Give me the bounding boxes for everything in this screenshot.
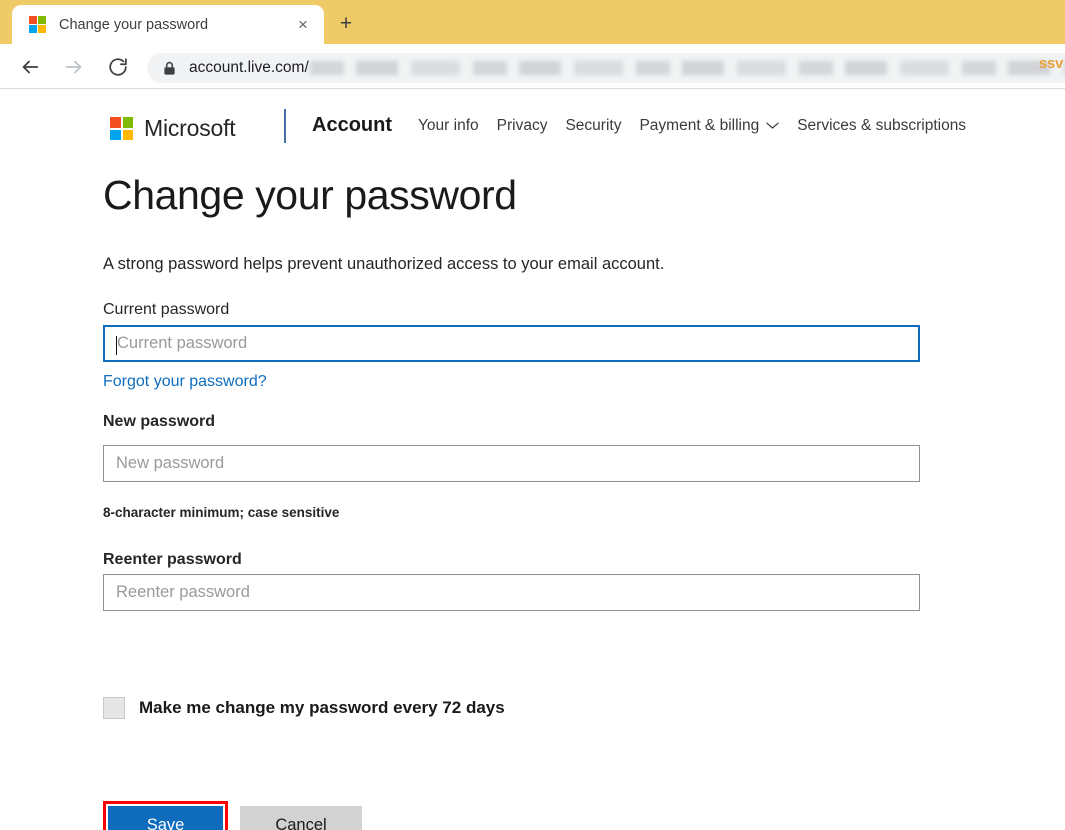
close-icon[interactable]: ×	[290, 12, 316, 38]
intro-text: A strong password helps prevent unauthor…	[103, 255, 665, 273]
site-header: Microsoft Account Your info Privacy Secu…	[0, 89, 1065, 151]
expire-password-label: Make me change my password every 72 days	[139, 698, 505, 717]
page-title: Change your password	[103, 172, 517, 218]
reenter-password-label: Reenter password	[103, 551, 242, 568]
nav-item-services-subscriptions[interactable]: Services & subscriptions	[797, 117, 984, 135]
chevron-down-icon	[766, 117, 779, 135]
account-label[interactable]: Account	[312, 114, 392, 137]
lock-icon	[163, 61, 176, 76]
tab-strip: Change your password × +	[0, 0, 1065, 44]
site-nav: Your info Privacy Security Payment & bil…	[418, 117, 984, 135]
page-content: Microsoft Account Your info Privacy Secu…	[0, 89, 1065, 830]
back-arrow-icon[interactable]	[12, 49, 48, 85]
current-password-label: Current password	[103, 301, 230, 318]
microsoft-logo-icon	[29, 16, 46, 33]
address-bar[interactable]: account.live.com/	[147, 53, 1065, 83]
nav-item-your-info[interactable]: Your info	[418, 117, 497, 135]
tab-title: Change your password	[59, 16, 209, 33]
nav-item-payment-billing-label: Payment & billing	[639, 117, 760, 134]
nav-item-payment-billing[interactable]: Payment & billing	[639, 117, 797, 135]
url-tail-text: ssv	[1038, 55, 1063, 72]
url-redacted-region	[309, 61, 1065, 75]
text-cursor	[116, 336, 117, 355]
nav-item-security[interactable]: Security	[565, 117, 639, 135]
nav-item-privacy[interactable]: Privacy	[497, 117, 566, 135]
forward-arrow-icon[interactable]	[56, 49, 92, 85]
new-tab-button[interactable]: +	[331, 8, 361, 38]
current-password-input[interactable]	[103, 325, 920, 362]
reload-icon[interactable]	[100, 49, 136, 85]
browser-tab[interactable]: Change your password ×	[12, 5, 324, 44]
microsoft-wordmark: Microsoft	[144, 115, 236, 141]
microsoft-brand[interactable]: Microsoft	[110, 115, 236, 142]
expire-password-checkbox[interactable]	[103, 697, 125, 719]
url-text: account.live.com/	[189, 59, 309, 76]
cancel-button[interactable]: Cancel	[240, 806, 362, 830]
microsoft-logo-icon	[110, 117, 133, 140]
expire-password-checkbox-row[interactable]: Make me change my password every 72 days	[103, 697, 505, 719]
new-password-hint: 8-character minimum; case sensitive	[103, 505, 340, 520]
save-button[interactable]: Save	[108, 806, 223, 830]
new-password-input[interactable]	[103, 445, 920, 482]
reenter-password-input[interactable]	[103, 574, 920, 611]
forgot-password-link[interactable]: Forgot your password?	[103, 373, 267, 391]
browser-window: Change your password × + account.live.co…	[0, 0, 1065, 830]
new-password-label: New password	[103, 413, 216, 430]
header-divider	[284, 109, 286, 143]
